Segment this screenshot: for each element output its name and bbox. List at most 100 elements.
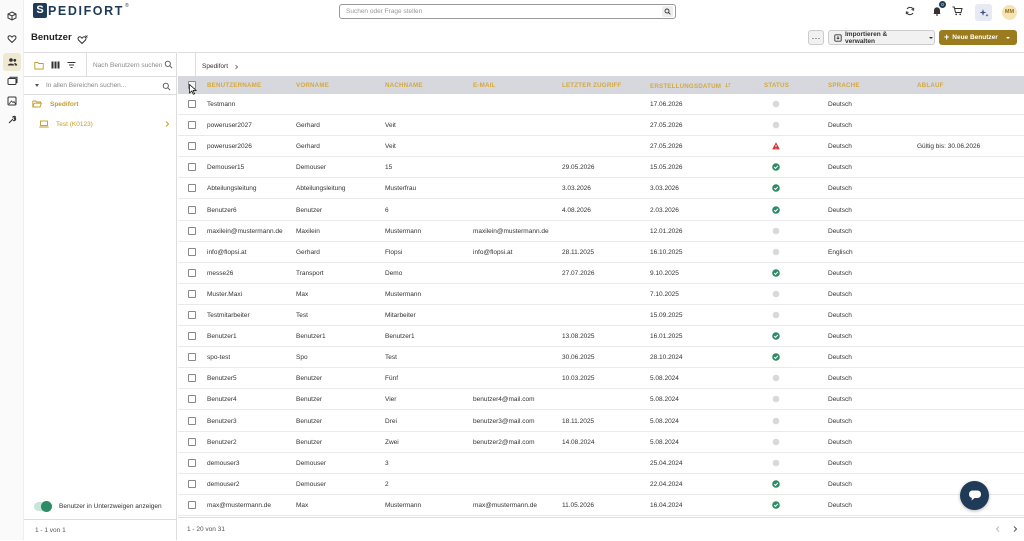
status-inactive-icon	[772, 290, 780, 298]
sync-icon[interactable]	[904, 5, 916, 17]
status-inactive-icon	[772, 248, 780, 255]
search-icon[interactable]	[164, 60, 173, 69]
heart-icon[interactable]	[5, 32, 19, 46]
cell-language: Deutsch	[828, 143, 852, 151]
cell-firstname: Max	[296, 290, 309, 298]
filter-icon[interactable]	[66, 60, 76, 70]
cell-language: Deutsch	[828, 333, 852, 341]
search-icon[interactable]	[662, 6, 673, 17]
ai-assistant-button[interactable]	[975, 4, 992, 21]
table-row[interactable]: demouser3 Demouser 3 25.04.2024 Deutsch	[178, 453, 1024, 474]
row-checkbox[interactable]	[188, 311, 196, 319]
row-checkbox[interactable]	[188, 353, 196, 362]
chevron-right-icon[interactable]	[163, 120, 171, 128]
logo-registered: ®	[125, 3, 129, 9]
row-checkbox[interactable]	[188, 142, 196, 151]
table-row[interactable]: spo-test Spo Test 30.06.2025 28.10.2024 Deuts…	[178, 347, 1024, 369]
table-row[interactable]: Benutzer1 Benutzer1 Benutzer1 13.08.2025 16.…	[178, 326, 1024, 348]
table-row[interactable]: poweruser2026 Gerhard Veit 27.05.2026 Deutsc…	[178, 136, 1024, 158]
row-checkbox[interactable]	[188, 121, 196, 130]
row-checkbox[interactable]	[188, 205, 196, 214]
column-header-last-access[interactable]: LETZTER ZUGRIFF	[562, 82, 621, 89]
cell-language: Deutsch	[828, 206, 852, 214]
row-checkbox[interactable]	[188, 184, 196, 193]
table-row[interactable]: Abteilungsleitung Abteilungsleitung Muster…	[178, 178, 1024, 200]
column-header-lastname[interactable]: NACHNAME	[385, 82, 423, 89]
cell-email: benutzer4@mail.com	[473, 396, 535, 404]
table-row[interactable]: demouser2 Demouser 2 22.04.2024 Deutsch	[178, 474, 1024, 495]
row-checkbox[interactable]	[188, 289, 196, 298]
table-row[interactable]: Benutzer6 Benutzer 6 4.08.2026 2.03.2026 Deut…	[178, 200, 1024, 221]
table-row[interactable]: messe26 Transport Demo 27.07.2026 9.10.2025 D…	[178, 263, 1024, 284]
row-checkbox[interactable]	[188, 416, 196, 425]
favorite-heart-icon[interactable]	[77, 32, 89, 45]
chat-support-button[interactable]	[960, 481, 989, 510]
breadcrumb[interactable]: Spedifort	[202, 63, 239, 70]
global-search-input[interactable]: Suchen oder Frage stellen	[339, 4, 676, 19]
table-row[interactable]: max@mustermann.de Max Mustermann max@muster…	[178, 495, 1024, 516]
column-header-language[interactable]: SPRACHE	[828, 82, 860, 89]
row-checkbox[interactable]	[188, 437, 196, 446]
logo-text: PEDIFORT	[48, 3, 124, 18]
user-avatar[interactable]: MM	[1002, 5, 1017, 20]
import-manage-button[interactable]: Importieren & verwalten	[828, 30, 935, 45]
table-row[interactable]: Testmann 17.06.2026 Deutsch	[178, 94, 1024, 116]
column-header-status[interactable]: STATUS	[764, 82, 789, 89]
cart-icon[interactable]	[951, 5, 963, 17]
table-row[interactable]: Benutzer3 Benutzer Drei benutzer3@mail.com 1…	[178, 411, 1024, 432]
image-icon[interactable]	[5, 94, 19, 108]
column-header-created[interactable]: ERSTELLUNGSDATUM	[650, 82, 731, 90]
cell-username: max@mustermann.de	[207, 501, 272, 509]
tools-icon[interactable]	[5, 113, 19, 127]
area-search-input[interactable]: In allen Bereichen suchen...	[24, 77, 177, 95]
table-row[interactable]: Benutzer5 Benutzer Fünf 10.03.2025 5.08.2024…	[178, 368, 1024, 390]
row-checkbox[interactable]	[188, 247, 196, 256]
column-header-email[interactable]: E-MAIL	[473, 82, 496, 89]
breadcrumb-item[interactable]: Spedifort	[202, 63, 228, 70]
row-checkbox[interactable]	[188, 395, 196, 404]
box-icon[interactable]	[5, 9, 19, 23]
new-user-button[interactable]: + Neue Benutzer	[939, 30, 1017, 45]
row-checkbox[interactable]	[188, 226, 196, 235]
cell-firstname: Demouser	[296, 164, 326, 172]
previous-page-button[interactable]	[994, 525, 1002, 533]
table-row[interactable]: maxilein@mustermann.de Maxilein Mustermann…	[178, 221, 1024, 242]
table-row[interactable]: info@flopsi.at Gerhard Flopsi info@flopsi.a…	[178, 242, 1024, 263]
row-checkbox[interactable]	[188, 163, 196, 172]
row-checkbox[interactable]	[188, 268, 196, 277]
chevron-right-icon	[1013, 526, 1018, 532]
tree-item-spedifort[interactable]: Spedifort	[32, 100, 79, 108]
search-icon[interactable]	[162, 82, 171, 91]
users-icon[interactable]	[3, 53, 21, 71]
row-checkbox[interactable]	[188, 100, 196, 108]
row-checkbox[interactable]	[188, 374, 196, 383]
cell-language: Deutsch	[828, 396, 852, 404]
spedifort-logo[interactable]: S PEDIFORT ®	[33, 3, 129, 18]
table-row[interactable]: Testmitarbeiter Test Mitarbeiter 15.09.2025…	[178, 305, 1024, 327]
row-checkbox[interactable]	[188, 332, 196, 341]
user-search-input[interactable]: Nach Benutzern suchen	[86, 53, 177, 77]
table-row[interactable]: poweruser2027 Gerhard Veit 27.05.2026 Deutsc…	[178, 115, 1024, 137]
caret-down-icon[interactable]	[35, 84, 39, 87]
more-options-button[interactable]: ···	[808, 30, 824, 45]
next-page-button[interactable]	[1011, 525, 1019, 533]
cell-firstname: Benutzer	[296, 417, 323, 425]
folders-icon[interactable]	[5, 74, 19, 88]
global-search-placeholder: Suchen oder Frage stellen	[346, 8, 423, 15]
column-header-expiry[interactable]: ABLAUF	[917, 82, 944, 89]
bell-icon[interactable]: 0	[931, 1, 946, 17]
row-checkbox[interactable]	[188, 458, 196, 467]
row-checkbox[interactable]	[188, 500, 196, 509]
folder-view-icon[interactable]	[34, 60, 44, 70]
table-row[interactable]: Muster.Maxi Max Mustermann 7.10.2025 Deutsch	[178, 284, 1024, 305]
column-header-username[interactable]: BENUTZERNAME	[207, 82, 261, 89]
table-row[interactable]: Demouser15 Demouser 15 29.05.2026 15.05.2026…	[178, 157, 1024, 179]
status-warning-icon	[772, 142, 780, 150]
table-row[interactable]: Benutzer2 Benutzer Zwei benutzer2@mail.com 1…	[178, 432, 1024, 453]
table-row[interactable]: Benutzer4 Benutzer Vier benutzer4@mail.com 5…	[178, 389, 1024, 411]
column-header-firstname[interactable]: VORNAME	[296, 82, 329, 89]
subbranch-toggle[interactable]	[34, 501, 52, 512]
grid-view-icon[interactable]	[50, 60, 60, 70]
tree-item-test[interactable]: Test (K0123)	[39, 120, 171, 128]
row-checkbox[interactable]	[188, 479, 196, 488]
